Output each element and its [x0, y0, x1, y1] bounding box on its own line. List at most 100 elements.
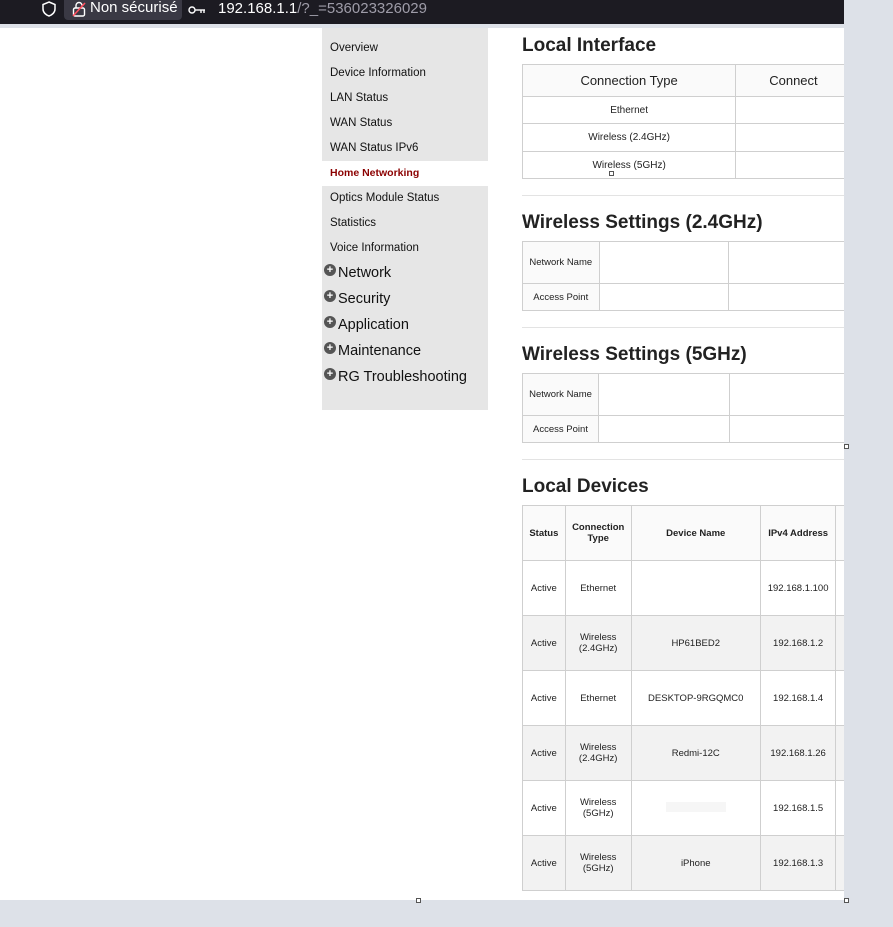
ipv4-cell: 192.168.1.2 [759, 615, 837, 671]
sidebar-item-wan-status-ipv6[interactable]: WAN Status IPv6 [322, 136, 488, 161]
table-cell [735, 123, 844, 152]
security-indicator[interactable]: Non sécurisé [64, 0, 182, 20]
local-devices-table: Status Connection Type Device Name IPv4 … [522, 505, 844, 891]
ipv4-cell: 192.168.1.26 [759, 725, 837, 781]
section-title-local-devices: Local Devices [522, 476, 649, 497]
connection-type-cell: Wireless (2.4GHz) [564, 615, 632, 671]
column-header: Connection Type [521, 64, 737, 97]
table-cell: Ethernet [521, 96, 737, 124]
network-name-value [728, 241, 844, 284]
table-cell: Wireless (5GHz) [521, 151, 737, 179]
router-page: Overview Device Information LAN Status W… [0, 28, 844, 900]
access-point-value [728, 283, 844, 311]
sidebar-group-maintenance[interactable]: + Maintenance [322, 338, 488, 364]
table-cell [835, 615, 844, 671]
sidebar-item-lan-status[interactable]: LAN Status [322, 86, 488, 111]
connection-type-cell: Wireless (5GHz) [564, 835, 632, 891]
sidebar-item-device-information[interactable]: Device Information [322, 61, 488, 86]
column-header-status: Status [522, 505, 566, 561]
sidebar-group-application[interactable]: + Application [322, 312, 488, 338]
connection-type-cell: Wireless (5GHz) [564, 780, 632, 836]
redacted-value [665, 801, 726, 812]
selection-handle[interactable] [416, 898, 421, 903]
status-cell: Active [522, 615, 566, 671]
access-point-value [598, 283, 730, 311]
table-row: Active Ethernet DESKTOP-9RGQMC0 192.168.… [522, 670, 844, 726]
table-row: Active Wireless (2.4GHz) Redmi-12C 192.1… [522, 725, 844, 781]
network-name-label: Network Name [522, 241, 600, 284]
redacted-value [745, 388, 844, 398]
ipv4-cell: 192.168.1.5 [759, 780, 837, 836]
status-cell: Active [522, 835, 566, 891]
sidebar-item-statistics[interactable]: Statistics [322, 211, 488, 236]
sidebar-item-optics-module-status[interactable]: Optics Module Status [322, 186, 488, 211]
table-cell: Wireless (2.4GHz) [521, 123, 737, 152]
access-point-label: Access Point [522, 283, 600, 311]
redacted-value [614, 256, 714, 266]
column-header-connection-type: Connection Type [564, 505, 632, 561]
sidebar-group-label: Maintenance [338, 343, 422, 359]
table-cell [835, 670, 844, 726]
sidebar-item-wan-status[interactable]: WAN Status [322, 111, 488, 136]
table-row: Active Wireless (5GHz) 192.168.1.5 [522, 780, 844, 836]
sidebar-group-label: Application [338, 317, 409, 333]
selection-handle[interactable] [609, 171, 614, 176]
sidebar-group-label: Network [338, 265, 392, 281]
section-title-wireless-24: Wireless Settings (2.4GHz) [522, 212, 763, 233]
insecure-lock-icon [72, 1, 86, 17]
selection-handle[interactable] [844, 444, 849, 449]
redacted-value [603, 388, 724, 398]
device-name-cell [630, 780, 761, 836]
device-name-cell [630, 560, 761, 616]
sidebar-group-rg-troubleshooting[interactable]: + RG Troubleshooting [322, 364, 488, 390]
expand-plus-icon[interactable]: + [324, 290, 336, 302]
window-background [844, 0, 893, 927]
table-cell [835, 725, 844, 781]
expand-plus-icon[interactable]: + [324, 316, 336, 328]
sidebar-group-security[interactable]: + Security [322, 286, 488, 312]
ipv4-cell: 192.168.1.4 [759, 670, 837, 726]
column-header-device-name: Device Name [630, 505, 761, 561]
column-header-ipv4: IPv4 Address [759, 505, 837, 561]
table-cell [735, 151, 844, 179]
sidebar-item-voice-information[interactable]: Voice Information [322, 236, 488, 261]
address-bar[interactable]: 192.168.1.1/?_=536023326029 [218, 0, 427, 17]
status-cell: Active [522, 780, 566, 836]
section-divider [522, 459, 844, 460]
redacted-value [635, 581, 756, 592]
local-interface-table: Connection Type Connect Ethernet Wireles… [521, 64, 844, 179]
table-cell [735, 96, 844, 124]
sidebar-group-network[interactable]: + Network [322, 260, 488, 286]
sidebar-nav: Overview Device Information LAN Status W… [322, 28, 488, 410]
sidebar-group-label: RG Troubleshooting [338, 369, 467, 385]
table-cell [835, 560, 844, 616]
selection-handle[interactable] [844, 898, 849, 903]
status-cell: Active [522, 560, 566, 616]
redacted-value [750, 256, 841, 266]
wireless-5-table: Network Name Access Point [521, 373, 844, 443]
key-icon[interactable] [188, 4, 206, 16]
access-point-label: Access Point [521, 415, 600, 443]
network-name-value [598, 373, 730, 416]
wireless-24-table: Network Name Access Point [522, 241, 844, 311]
ipv4-cell: 192.168.1.3 [759, 835, 837, 891]
sidebar-item-home-networking[interactable]: Home Networking [322, 161, 488, 186]
device-name-cell: iPhone [630, 835, 761, 891]
expand-plus-icon[interactable]: + [324, 368, 336, 380]
column-header: Connect [735, 64, 844, 97]
connection-type-cell: Wireless (2.4GHz) [564, 725, 632, 781]
shield-icon[interactable] [40, 0, 58, 18]
network-name-value [728, 373, 844, 416]
section-divider [522, 327, 844, 328]
network-name-value [598, 241, 730, 284]
sidebar-item-overview[interactable]: Overview [322, 36, 488, 61]
table-row: Active Wireless (2.4GHz) HP61BED2 192.16… [522, 615, 844, 671]
expand-plus-icon[interactable]: + [324, 342, 336, 354]
expand-plus-icon[interactable]: + [324, 264, 336, 276]
url-query: /?_=536023326029 [297, 0, 427, 17]
url-host: 192.168.1.1 [218, 0, 298, 17]
status-cell: Active [522, 670, 566, 726]
connection-type-cell: Ethernet [564, 560, 632, 616]
table-row: Active Ethernet 192.168.1.100 [522, 560, 844, 616]
ipv4-cell: 192.168.1.100 [759, 560, 837, 616]
